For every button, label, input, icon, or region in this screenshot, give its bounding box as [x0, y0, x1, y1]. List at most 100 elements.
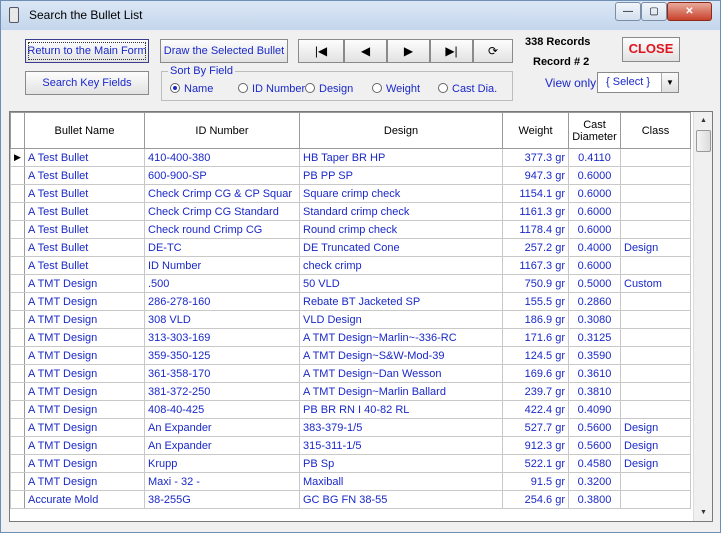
cell-class[interactable] [620, 472, 691, 491]
cell-design[interactable]: A TMT Design~S&W-Mod-39 [299, 346, 503, 365]
row-selector[interactable] [10, 490, 25, 509]
sort-radio-design[interactable]: Design [305, 83, 353, 95]
cell-weight[interactable]: 171.6 gr [502, 328, 569, 347]
cell-weight[interactable]: 1161.3 gr [502, 202, 569, 221]
cell-weight[interactable]: 239.7 gr [502, 382, 569, 401]
cell-class[interactable] [620, 310, 691, 329]
table-row[interactable]: A TMT Design 286-278-160 Rebate BT Jackete… [10, 292, 691, 311]
cell-design[interactable]: PB PP SP [299, 166, 503, 185]
row-selector[interactable] [10, 436, 25, 455]
cell-class[interactable]: Design [620, 436, 691, 455]
row-selector[interactable] [10, 202, 25, 221]
header-bullet-name[interactable]: Bullet Name [24, 112, 145, 149]
cell-class[interactable] [620, 202, 691, 221]
cell-design[interactable]: Round crimp check [299, 220, 503, 239]
cell-weight[interactable]: 186.9 gr [502, 310, 569, 329]
table-row[interactable]: A TMT Design 313-303-169 A TMT Design~Marl… [10, 328, 691, 347]
cell-class[interactable] [620, 382, 691, 401]
table-row[interactable]: ▶ A Test Bullet 410-400-380 HB Taper BR HP 3… [10, 148, 691, 167]
return-main-form-button[interactable]: Return to the Main Form [25, 39, 149, 63]
current-row-marker-icon[interactable]: ▶ [10, 148, 25, 167]
view-only-select[interactable]: { Select } ▼ [597, 72, 679, 93]
cell-bullet-name[interactable]: A TMT Design [24, 382, 145, 401]
table-row[interactable]: A TMT Design Krupp PB Sp 522.1 gr 0.4580 Desi… [10, 454, 691, 473]
cell-weight[interactable]: 1178.4 gr [502, 220, 569, 239]
cell-id-number[interactable]: 313-303-169 [144, 328, 300, 347]
cell-id-number[interactable]: 410-400-380 [144, 148, 300, 167]
cell-bullet-name[interactable]: A TMT Design [24, 418, 145, 437]
table-row[interactable]: A TMT Design .500 50 VLD 750.9 gr 0.5000 Cust… [10, 274, 691, 293]
cell-cast-diameter[interactable]: 0.4110 [568, 148, 621, 167]
cell-design[interactable]: Rebate BT Jacketed SP [299, 292, 503, 311]
last-record-button[interactable]: ▶| [430, 39, 473, 63]
cell-id-number[interactable]: 600-900-SP [144, 166, 300, 185]
cell-bullet-name[interactable]: Accurate Mold [24, 490, 145, 509]
table-row[interactable]: A TMT Design 361-358-170 A TMT Design~Dan … [10, 364, 691, 383]
table-row[interactable]: A Test Bullet Check Crimp CG Standard Stan… [10, 202, 691, 221]
cell-cast-diameter[interactable]: 0.4090 [568, 400, 621, 419]
cell-cast-diameter[interactable]: 0.5000 [568, 274, 621, 293]
cell-cast-diameter[interactable]: 0.3800 [568, 490, 621, 509]
table-row[interactable]: A TMT Design 408-40-425 PB BR RN I 40-82 R… [10, 400, 691, 419]
row-selector[interactable] [10, 454, 25, 473]
cell-cast-diameter[interactable]: 0.3200 [568, 472, 621, 491]
row-selector[interactable] [10, 310, 25, 329]
cell-design[interactable]: A TMT Design~Dan Wesson [299, 364, 503, 383]
sort-radio-cast-dia[interactable]: Cast Dia. [438, 83, 497, 95]
cell-bullet-name[interactable]: A TMT Design [24, 436, 145, 455]
cell-class[interactable] [620, 148, 691, 167]
cell-bullet-name[interactable]: A Test Bullet [24, 166, 145, 185]
cell-cast-diameter[interactable]: 0.5600 [568, 436, 621, 455]
cell-cast-diameter[interactable]: 0.4000 [568, 238, 621, 257]
cell-cast-diameter[interactable]: 0.3125 [568, 328, 621, 347]
cell-weight[interactable]: 254.6 gr [502, 490, 569, 509]
row-selector[interactable] [10, 220, 25, 239]
cell-design[interactable]: Square crimp check [299, 184, 503, 203]
cell-weight[interactable]: 1154.1 gr [502, 184, 569, 203]
cell-weight[interactable]: 750.9 gr [502, 274, 569, 293]
header-weight[interactable]: Weight [502, 112, 569, 149]
table-row[interactable]: A Test Bullet 600-900-SP PB PP SP 947.3 gr 0… [10, 166, 691, 185]
cell-id-number[interactable]: 381-372-250 [144, 382, 300, 401]
cell-design[interactable]: 50 VLD [299, 274, 503, 293]
cell-id-number[interactable]: 38-255G [144, 490, 300, 509]
cell-cast-diameter[interactable]: 0.5600 [568, 418, 621, 437]
table-row[interactable]: A TMT Design An Expander 383-379-1/5 527.7 … [10, 418, 691, 437]
cell-class[interactable] [620, 292, 691, 311]
row-selector[interactable] [10, 184, 25, 203]
vertical-scrollbar[interactable]: ▲ ▼ [693, 112, 712, 521]
cell-class[interactable] [620, 400, 691, 419]
cell-class[interactable] [620, 166, 691, 185]
next-record-button[interactable]: ▶ [387, 39, 430, 63]
cell-id-number[interactable]: Check Crimp CG Standard [144, 202, 300, 221]
cell-class[interactable] [620, 220, 691, 239]
row-selector[interactable] [10, 418, 25, 437]
cell-bullet-name[interactable]: A TMT Design [24, 292, 145, 311]
cell-id-number[interactable]: .500 [144, 274, 300, 293]
row-selector[interactable] [10, 346, 25, 365]
cell-bullet-name[interactable]: A TMT Design [24, 274, 145, 293]
cell-bullet-name[interactable]: A Test Bullet [24, 148, 145, 167]
row-selector[interactable] [10, 292, 25, 311]
window-close-button[interactable]: ✕ [667, 2, 712, 21]
cell-id-number[interactable]: DE-TC [144, 238, 300, 257]
cell-design[interactable]: A TMT Design~Marlin Ballard [299, 382, 503, 401]
cell-bullet-name[interactable]: A Test Bullet [24, 202, 145, 221]
row-selector[interactable] [10, 274, 25, 293]
cell-class[interactable] [620, 490, 691, 509]
cell-class[interactable]: Design [620, 238, 691, 257]
close-button[interactable]: CLOSE [622, 37, 680, 62]
table-row[interactable]: A Test Bullet Check round Crimp CG Round c… [10, 220, 691, 239]
cell-class[interactable]: Design [620, 454, 691, 473]
cell-weight[interactable]: 522.1 gr [502, 454, 569, 473]
cell-design[interactable]: VLD Design [299, 310, 503, 329]
cell-design[interactable]: PB BR RN I 40-82 RL [299, 400, 503, 419]
cell-id-number[interactable]: An Expander [144, 418, 300, 437]
search-key-fields-button[interactable]: Search Key Fields [25, 71, 149, 95]
cell-id-number[interactable]: Check Crimp CG & CP Squar [144, 184, 300, 203]
header-id-number[interactable]: ID Number [144, 112, 300, 149]
first-record-button[interactable]: |◀ [298, 39, 344, 63]
row-selector[interactable] [10, 238, 25, 257]
cell-bullet-name[interactable]: A Test Bullet [24, 238, 145, 257]
cell-weight[interactable]: 527.7 gr [502, 418, 569, 437]
